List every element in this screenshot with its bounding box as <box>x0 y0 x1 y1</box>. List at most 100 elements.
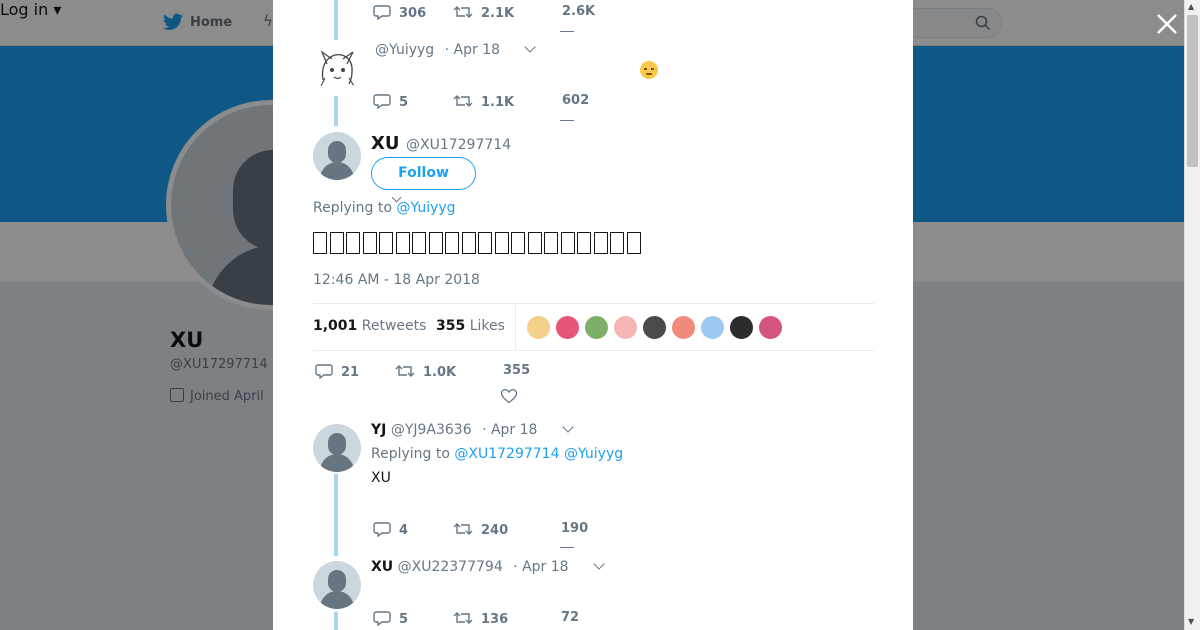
tweet-actions: 21 1.0K 355 <box>315 363 715 383</box>
tweet-text-glyph <box>544 232 558 254</box>
tweet-date[interactable]: · Apr 18 <box>445 42 500 58</box>
tweet-text-glyph <box>395 232 410 254</box>
reply-author-handle[interactable]: @XU22377794 <box>398 559 503 575</box>
retweet-button[interactable]: 136 <box>453 610 508 627</box>
replying-to: Replying to @XU17297714 @Yuiyyg <box>371 446 624 462</box>
tweet-actions: 4 240 190 <box>373 521 773 541</box>
retweet-icon <box>395 365 415 377</box>
tweet-text-glyph <box>560 232 575 254</box>
reply-avatar[interactable] <box>313 424 361 472</box>
replying-to-link[interactable]: @Yuiyyg <box>396 200 455 216</box>
retweet-icon <box>453 6 473 18</box>
retweet-button[interactable]: 1.1K <box>453 93 514 110</box>
tweet-text <box>313 228 643 259</box>
yuiyyg-avatar[interactable] <box>313 44 361 92</box>
tweet-text-glyph <box>362 232 377 254</box>
tweet-date[interactable]: · Apr 18 <box>513 559 568 575</box>
like-button[interactable]: 190 <box>561 521 588 536</box>
reply-author-handle[interactable]: @YJ9A3636 <box>391 422 472 438</box>
replying-to-link[interactable]: @XU17297714 <box>454 446 559 462</box>
tweet-header: YJ @YJ9A3636 · Apr 18 <box>371 421 574 438</box>
reply-icon <box>373 522 391 537</box>
thread-connector <box>334 0 338 40</box>
retweet-button[interactable]: 2.1K <box>453 4 514 21</box>
page-scrollbar[interactable]: ▲ ▼ <box>1184 0 1200 630</box>
retweet-button[interactable]: 240 <box>453 521 508 538</box>
reply-text: XU <box>371 470 391 486</box>
like-button[interactable]: 355 <box>503 363 530 378</box>
tweet-text-glyph <box>511 232 525 254</box>
reply-button[interactable]: 306 <box>373 4 426 21</box>
tweet-text-glyph <box>461 232 476 254</box>
heart-icon[interactable] <box>500 388 518 404</box>
reply-author-name[interactable]: YJ <box>371 422 386 438</box>
liker-avatar[interactable] <box>526 315 551 340</box>
tweet-permalink-modal: 306 2.1K 2.6K @Yuiyyg · Apr 18 5 1.1K 60… <box>273 0 913 630</box>
liker-avatar[interactable] <box>700 315 725 340</box>
tweet-text-glyph <box>593 232 608 254</box>
tweet-header: XU @XU22377794 · Apr 18 <box>371 558 605 575</box>
tweet-header: @Yuiyyg · Apr 18 <box>375 41 537 58</box>
liker-avatar[interactable] <box>584 315 609 340</box>
like-button[interactable]: 602 <box>562 93 589 108</box>
tweet-text-glyph <box>494 232 509 254</box>
tweet-text-glyph <box>610 232 624 254</box>
chevron-down-icon[interactable] <box>562 421 574 433</box>
author-avatar[interactable] <box>313 132 361 180</box>
chevron-down-icon[interactable] <box>524 41 537 53</box>
reply-author-name[interactable]: XU <box>371 559 393 575</box>
tweet-actions: 5 136 72 <box>373 610 773 630</box>
tweet-stats: 1,001 Retweets 355 Likes <box>313 303 874 351</box>
like-button[interactable]: 72 <box>561 610 579 625</box>
reply-icon <box>373 611 391 626</box>
author-handle[interactable]: @XU17297714 <box>406 137 511 153</box>
tweet-text-glyph <box>379 232 393 254</box>
reply-button[interactable]: 4 <box>373 521 408 538</box>
liker-avatar[interactable] <box>642 315 667 340</box>
replying-to-link[interactable]: @Yuiyyg <box>564 446 623 462</box>
tweet-actions: 306 2.1K 2.6K <box>373 4 773 24</box>
tweet-text-glyph <box>445 232 459 254</box>
retweet-icon <box>453 523 473 535</box>
like-button[interactable]: 2.6K <box>562 4 595 19</box>
tweet-text-glyph <box>478 232 492 254</box>
thread-connector <box>334 612 338 630</box>
scroll-down-arrow-icon[interactable]: ▼ <box>1188 617 1194 626</box>
retweet-icon <box>453 612 473 624</box>
author-name[interactable]: XU <box>371 133 400 154</box>
tweet-actions: 5 1.1K 602 <box>373 93 773 113</box>
relieved-face-emoji <box>640 61 658 79</box>
tweet-timestamp[interactable]: 12:46 AM - 18 Apr 2018 <box>313 272 480 288</box>
thread-connector <box>334 96 338 126</box>
tweet-text-glyph <box>329 232 344 254</box>
reply-button[interactable]: 5 <box>373 93 408 110</box>
tweet-text-glyph <box>577 232 591 254</box>
liker-avatar[interactable] <box>729 315 754 340</box>
liker-avatar[interactable] <box>555 315 580 340</box>
tweet-text-glyph <box>346 232 360 254</box>
scrollbar-thumb[interactable] <box>1187 15 1198 167</box>
liker-avatar[interactable] <box>758 315 783 340</box>
reply-button[interactable]: 21 <box>315 363 359 380</box>
retweet-button[interactable]: 1.0K <box>395 363 456 380</box>
scroll-up-arrow-icon[interactable]: ▲ <box>1188 2 1194 11</box>
retweet-icon <box>453 95 473 107</box>
heart-icon[interactable] <box>560 544 574 548</box>
follow-button[interactable]: Follow <box>371 157 476 190</box>
tweet-text-glyph <box>412 232 426 254</box>
like-count[interactable]: 355 Likes <box>436 318 505 334</box>
close-icon[interactable] <box>1153 10 1181 38</box>
reply-avatar[interactable] <box>313 561 361 609</box>
tweet-date[interactable]: · Apr 18 <box>482 422 537 438</box>
tweet-text-glyph <box>428 232 443 254</box>
reply-button[interactable]: 5 <box>373 610 408 627</box>
liker-avatar[interactable] <box>671 315 696 340</box>
tweet-text-glyph <box>313 232 327 254</box>
tweet-handle[interactable]: @Yuiyyg <box>375 42 434 58</box>
retweet-count[interactable]: 1,001 Retweets <box>313 318 426 334</box>
chevron-down-icon[interactable] <box>593 558 605 570</box>
liker-avatar[interactable] <box>613 315 638 340</box>
reply-icon <box>373 94 391 109</box>
heart-icon[interactable] <box>560 117 574 121</box>
heart-icon[interactable] <box>560 28 574 32</box>
